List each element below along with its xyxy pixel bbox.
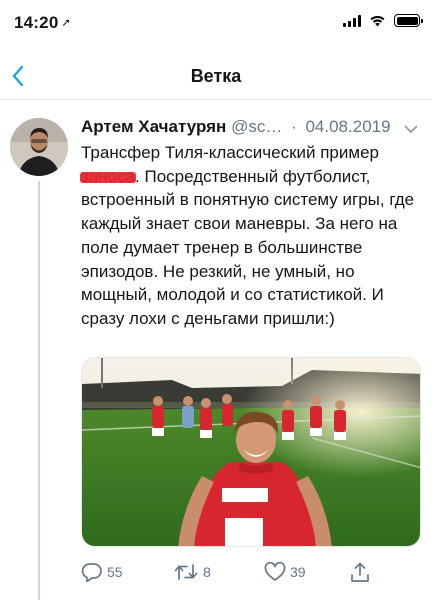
thread-line (38, 181, 40, 600)
tweet-text-rest: . Посредственный футболист, встроенный в… (81, 166, 419, 328)
battery-icon (394, 14, 423, 27)
share-icon (351, 562, 369, 582)
like-button[interactable]: 39 (264, 559, 306, 585)
status-time: 14:20 ➚ (14, 13, 71, 33)
share-button[interactable] (349, 559, 371, 585)
like-icon (264, 562, 286, 581)
avatar[interactable] (10, 118, 68, 176)
tweet-header: Артем Хачатурян @sc… · 04.08.2019 (81, 117, 423, 141)
retweet-button[interactable]: 8 (173, 559, 211, 585)
reply-icon (81, 563, 102, 582)
tweet[interactable]: Артем Хачатурян @sc… · 04.08.2019 Трансф… (0, 101, 432, 600)
tweet-date[interactable]: 04.08.2019 (305, 117, 390, 136)
status-icons (343, 14, 423, 27)
retweet-icon (174, 564, 198, 580)
wifi-icon (370, 15, 385, 27)
tweet-photo[interactable] (81, 357, 421, 547)
separator-dot: · (291, 117, 297, 136)
caret-down-icon (404, 125, 418, 133)
reply-count: 55 (107, 564, 123, 580)
location-arrow-icon: ➚ (61, 17, 71, 29)
author-name[interactable]: Артем Хачатурян (81, 117, 226, 136)
like-count: 39 (290, 564, 306, 580)
author-handle[interactable]: @sc… (231, 117, 282, 136)
page-title: Ветка (190, 66, 242, 86)
status-time-text: 14:20 (14, 13, 59, 32)
tweet-text-start: Трансфер Тиля-классический пример (81, 143, 384, 162)
retweet-count: 8 (203, 564, 211, 580)
reply-button[interactable]: 55 (81, 559, 123, 585)
more-options-button[interactable] (401, 119, 421, 139)
tweet-text: Трансфер Тиля-классический пример заноса… (81, 141, 421, 331)
status-bar: 14:20 ➚ (0, 0, 432, 46)
redacted-word: заноса (81, 166, 136, 186)
signal-icon (343, 14, 361, 27)
nav-bar: Ветка (0, 52, 432, 100)
tweet-actions: 55 8 39 (81, 559, 421, 585)
